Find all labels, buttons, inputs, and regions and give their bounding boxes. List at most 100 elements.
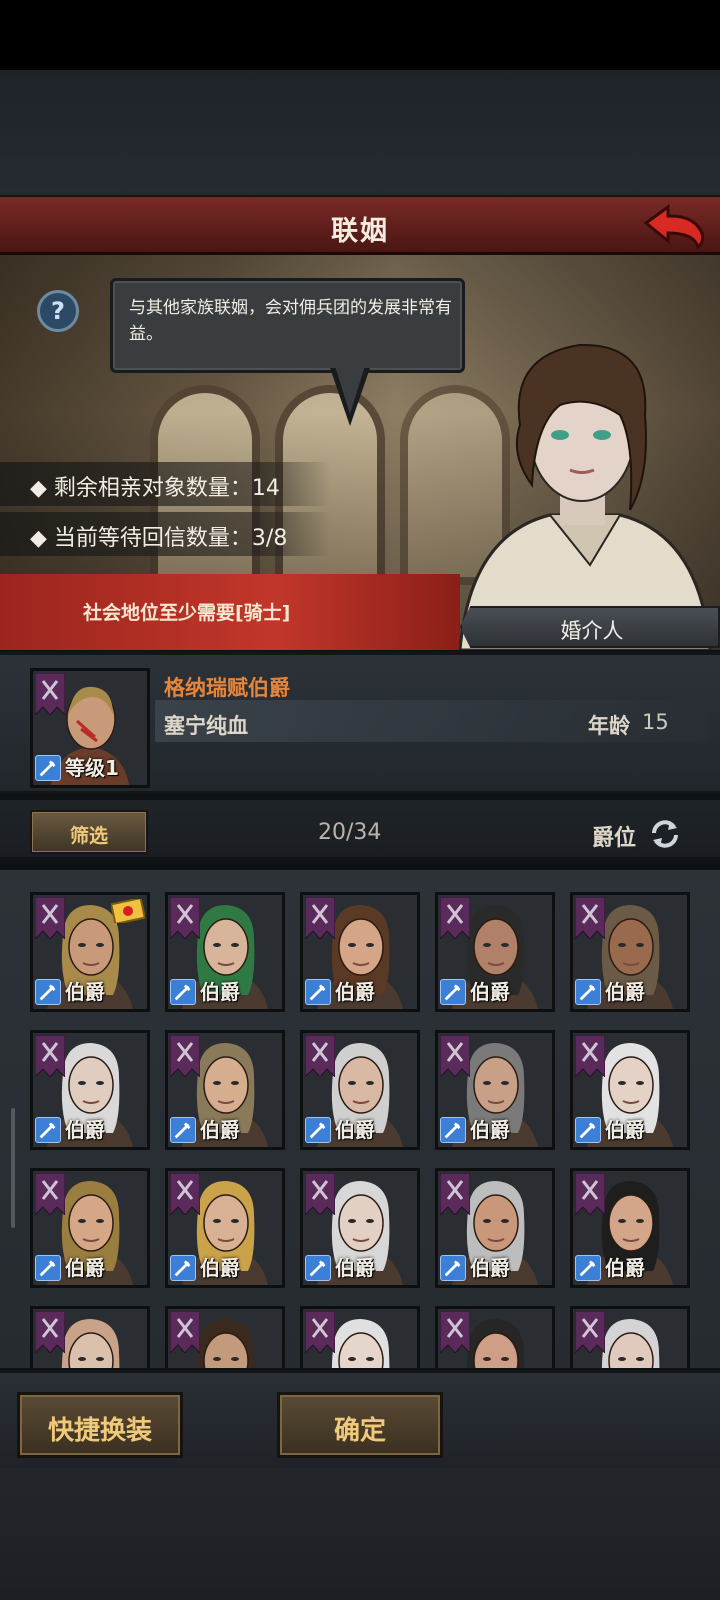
requirement-banner: 社会地位至少需要[骑士] — [0, 574, 460, 650]
sword-icon — [35, 979, 61, 1005]
status-band — [0, 0, 720, 70]
clan-banner-icon — [440, 1311, 470, 1353]
top-background — [0, 70, 720, 195]
sword-icon — [575, 979, 601, 1005]
speech-bubble: 与其他家族联姻，会对佣兵团的发展非常有益。 — [110, 278, 465, 373]
candidate-card[interactable] — [30, 1306, 150, 1368]
filter-label: 筛选 — [69, 825, 108, 847]
clan-banner-icon — [440, 1035, 470, 1077]
sword-icon — [35, 1255, 61, 1281]
clan-banner-icon — [305, 1311, 335, 1353]
sword-icon — [440, 979, 466, 1005]
level-label: 等级1 — [65, 756, 119, 780]
candidate-card[interactable]: 伯爵 — [30, 892, 150, 1012]
rank-label: 伯爵 — [65, 1118, 105, 1142]
rank-label: 伯爵 — [335, 980, 375, 1004]
confirm-button[interactable]: 确定 — [277, 1392, 443, 1458]
selected-race: 塞宁纯血 — [164, 714, 248, 738]
back-arrow-icon[interactable] — [642, 203, 708, 251]
candidate-card[interactable]: 伯爵 — [570, 892, 690, 1012]
clan-banner-icon — [440, 1173, 470, 1215]
clan-banner-icon — [575, 1311, 605, 1353]
rank-label: 伯爵 — [200, 1256, 240, 1280]
scrollbar[interactable] — [11, 1108, 15, 1228]
candidate-card[interactable] — [300, 1306, 420, 1368]
candidate-card[interactable]: 伯爵 — [165, 892, 285, 1012]
candidate-card[interactable] — [165, 1306, 285, 1368]
remaining-count: ◆ 剩余相亲对象数量：14 — [30, 476, 280, 501]
candidate-card[interactable]: 伯爵 — [165, 1168, 285, 1288]
waiting-count: ◆ 当前等待回信数量：3/8 — [30, 526, 288, 551]
sword-icon — [170, 979, 196, 1005]
confirm-label: 确定 — [333, 1416, 386, 1446]
sword-icon — [305, 1117, 331, 1143]
footer-background — [0, 1468, 720, 1600]
sort-label[interactable]: 爵位 — [592, 820, 636, 852]
clan-banner-icon — [440, 897, 470, 939]
candidate-card[interactable]: 伯爵 — [300, 892, 420, 1012]
quick-outfit-button[interactable]: 快捷换装 — [17, 1392, 183, 1458]
requirement-text: 社会地位至少需要[骑士] — [83, 602, 291, 624]
candidate-card[interactable]: 伯爵 — [435, 892, 555, 1012]
refresh-sort-icon[interactable] — [648, 817, 682, 851]
waiting-row: ◆ 当前等待回信数量：3/8 — [0, 512, 330, 556]
sword-icon — [35, 755, 61, 781]
npc-label: 婚介人 — [460, 606, 720, 648]
candidate-count: 20/34 — [318, 820, 382, 845]
matchmaker-portrait — [458, 343, 712, 650]
rank-label: 伯爵 — [605, 1118, 645, 1142]
clan-banner-icon — [305, 897, 335, 939]
clan-banner-icon — [170, 1173, 200, 1215]
candidate-card[interactable]: 伯爵 — [30, 1168, 150, 1288]
sword-icon — [35, 1117, 61, 1143]
clan-banner-icon — [35, 1035, 65, 1077]
header-bar: 联姻 — [0, 195, 720, 255]
sword-icon — [440, 1255, 466, 1281]
clan-banner-icon — [170, 1035, 200, 1077]
clan-banner-icon — [35, 673, 65, 715]
sword-icon — [440, 1117, 466, 1143]
page-title: 联姻 — [331, 216, 389, 247]
sword-icon — [170, 1117, 196, 1143]
clan-banner-icon — [575, 897, 605, 939]
sword-icon — [305, 979, 331, 1005]
rank-label: 伯爵 — [605, 1256, 645, 1280]
candidate-card[interactable]: 伯爵 — [165, 1030, 285, 1150]
candidate-card[interactable] — [570, 1306, 690, 1368]
letter-seal-icon — [111, 899, 145, 923]
candidate-grid[interactable]: 伯爵 伯爵 伯爵 伯爵 伯爵 伯爵 伯爵 伯爵 伯爵 伯爵 伯爵 伯爵 伯爵 伯爵 伯爵 — [0, 870, 720, 1368]
sword-icon — [305, 1255, 331, 1281]
rank-label: 伯爵 — [200, 1118, 240, 1142]
quick-outfit-label: 快捷换装 — [47, 1416, 152, 1446]
candidate-card[interactable]: 伯爵 — [435, 1168, 555, 1288]
sword-icon — [575, 1255, 601, 1281]
candidate-card[interactable]: 伯爵 — [30, 1030, 150, 1150]
candidate-card[interactable]: 伯爵 — [435, 1030, 555, 1150]
clan-banner-icon — [305, 1035, 335, 1077]
remaining-row: ◆ 剩余相亲对象数量：14 — [0, 462, 330, 506]
sword-icon — [575, 1117, 601, 1143]
rank-label: 伯爵 — [470, 980, 510, 1004]
question-icon: ? — [51, 297, 65, 325]
candidate-card[interactable]: 伯爵 — [300, 1168, 420, 1288]
rank-label: 伯爵 — [605, 980, 645, 1004]
clan-banner-icon — [305, 1173, 335, 1215]
candidate-card[interactable]: 伯爵 — [300, 1030, 420, 1150]
age-label: 年龄 — [588, 714, 630, 738]
clan-banner-icon — [35, 1173, 65, 1215]
npc-name: 婚介人 — [560, 619, 624, 643]
help-button[interactable]: ? — [37, 290, 79, 332]
rank-label: 伯爵 — [470, 1256, 510, 1280]
clan-banner-icon — [170, 897, 200, 939]
candidate-card[interactable]: 伯爵 — [570, 1030, 690, 1150]
filter-button[interactable]: 筛选 — [30, 810, 148, 854]
age-value: 15 — [642, 710, 669, 734]
dialog-text: 与其他家族联姻，会对佣兵团的发展非常有益。 — [129, 298, 452, 344]
clan-banner-icon — [35, 1311, 65, 1353]
rank-label: 伯爵 — [335, 1118, 375, 1142]
clan-banner-icon — [35, 897, 65, 939]
candidate-card[interactable]: 伯爵 — [570, 1168, 690, 1288]
selected-name: 格纳瑞赋伯爵 — [164, 676, 290, 700]
candidate-card[interactable] — [435, 1306, 555, 1368]
selected-portrait[interactable]: 等级1 — [30, 668, 150, 788]
